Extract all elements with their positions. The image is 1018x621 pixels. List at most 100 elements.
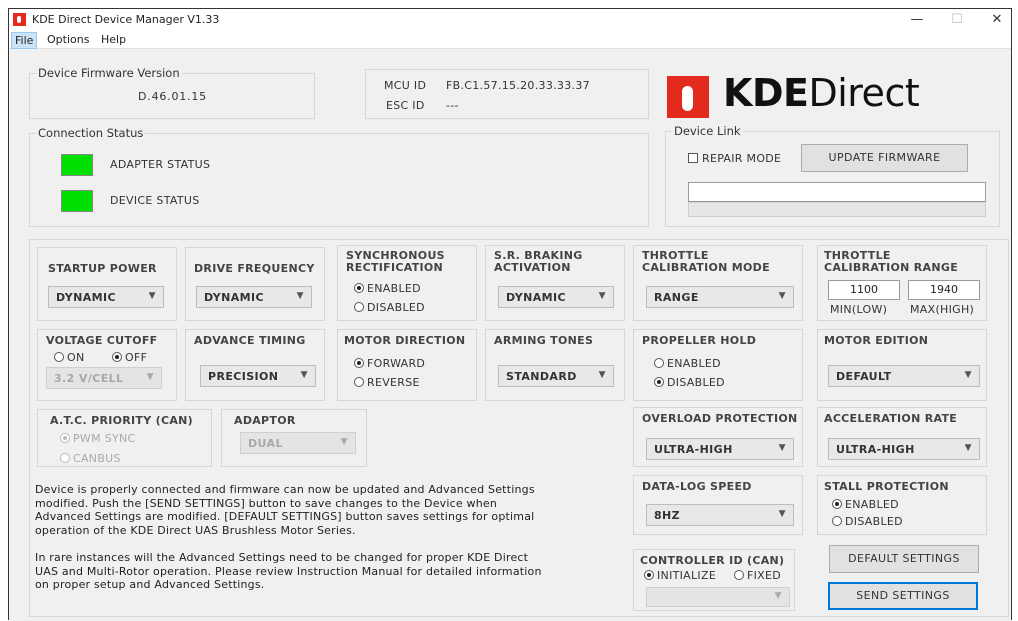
default-settings-button[interactable]: DEFAULT SETTINGS: [829, 545, 979, 573]
chevron-down-icon: ▼: [964, 370, 972, 380]
device-link-title: Device Link: [672, 124, 743, 138]
atc-canbus-label: CANBUS: [73, 452, 121, 465]
motor-direction-forward-radio[interactable]: FORWARD: [354, 357, 425, 370]
propeller-hold-disabled-radio[interactable]: DISABLED: [654, 376, 725, 389]
atc-priority-label: A.T.C. PRIORITY (CAN): [50, 414, 193, 427]
chevron-down-icon: ▼: [778, 509, 786, 519]
advance-timing-select[interactable]: PRECISION ▼: [200, 365, 316, 387]
chevron-down-icon: ▼: [340, 437, 348, 447]
sync-rect-enabled-label: ENABLED: [367, 282, 421, 295]
sr-braking-value: DYNAMIC: [506, 291, 566, 304]
stall-protection-group: STALL PROTECTION ENABLED DISABLED: [817, 475, 987, 535]
chevron-down-icon: ▼: [964, 443, 972, 453]
arming-tones-group: ARMING TONES STANDARD ▼: [485, 329, 625, 401]
voltage-cutoff-on-radio[interactable]: ON: [54, 351, 85, 364]
radio-icon: [60, 453, 70, 463]
sr-braking-label-2: ACTIVATION: [494, 261, 571, 274]
throttle-cal-range-group: THROTTLE CALIBRATION RANGE 1100 1940 MIN…: [817, 245, 987, 321]
send-settings-button[interactable]: SEND SETTINGS: [828, 582, 978, 610]
ids-panel: MCU ID FB.C1.57.15.20.33.33.37 ESC ID --…: [365, 69, 649, 119]
connection-status-title: Connection Status: [36, 126, 146, 140]
menu-options[interactable]: Options: [47, 33, 89, 46]
logo-text: KDEDirect: [723, 71, 920, 115]
main-panel: Device Firmware Version D.46.01.15 MCU I…: [9, 49, 1011, 621]
voltage-cutoff-select[interactable]: 3.2 V/CELL ▼: [46, 367, 162, 389]
throttle-cal-mode-select[interactable]: RANGE ▼: [646, 286, 794, 308]
minimize-button[interactable]: —: [902, 11, 932, 29]
motor-direction-reverse-label: REVERSE: [367, 376, 420, 389]
adaptor-value: DUAL: [248, 437, 283, 450]
menu-bar: File Options Help: [9, 31, 1011, 49]
connection-status-group: Connection Status ADAPTER STATUS DEVICE …: [29, 126, 649, 227]
info-line: on proper setup and Advanced Settings.: [35, 578, 265, 591]
datalog-speed-group: DATA-LOG SPEED 8HZ ▼: [633, 475, 803, 535]
maximize-button[interactable]: ☐: [942, 11, 972, 29]
datalog-speed-select[interactable]: 8HZ ▼: [646, 504, 794, 526]
sr-braking-select[interactable]: DYNAMIC ▼: [498, 286, 614, 308]
startup-power-value: DYNAMIC: [56, 291, 116, 304]
radio-icon: [654, 358, 664, 368]
voltage-cutoff-off-radio[interactable]: OFF: [112, 351, 147, 364]
radio-icon: [354, 377, 364, 387]
menu-help[interactable]: Help: [101, 33, 126, 46]
close-button[interactable]: ✕: [982, 11, 1012, 29]
radio-selected-icon: [60, 433, 70, 443]
stall-protection-label: STALL PROTECTION: [824, 480, 949, 493]
overload-protection-value: ULTRA-HIGH: [654, 443, 733, 456]
sync-rect-disabled-radio[interactable]: DISABLED: [354, 301, 425, 314]
startup-power-select[interactable]: DYNAMIC ▼: [48, 286, 164, 308]
repair-mode-checkbox[interactable]: REPAIR MODE: [688, 152, 781, 165]
radio-selected-icon: [832, 499, 842, 509]
throttle-min-input[interactable]: 1100: [828, 280, 900, 300]
motor-direction-forward-label: FORWARD: [367, 357, 426, 370]
arming-tones-label: ARMING TONES: [494, 334, 594, 347]
sync-rect-enabled-radio[interactable]: ENABLED: [354, 282, 421, 295]
esc-id-label: ESC ID: [386, 99, 425, 112]
controller-id-label: CONTROLLER ID (CAN): [640, 554, 785, 567]
firmware-path-field[interactable]: [688, 182, 986, 202]
motor-direction-reverse-radio[interactable]: REVERSE: [354, 376, 420, 389]
chevron-down-icon: ▼: [778, 291, 786, 301]
update-firmware-button[interactable]: UPDATE FIRMWARE: [801, 144, 968, 172]
device-link-group: Device Link REPAIR MODE UPDATE FIRMWARE: [665, 124, 1000, 227]
motor-edition-select[interactable]: DEFAULT ▼: [828, 365, 980, 387]
overload-protection-select[interactable]: ULTRA-HIGH ▼: [646, 438, 794, 460]
chevron-down-icon: ▼: [300, 370, 308, 380]
firmware-progress-bar: [688, 202, 986, 217]
controller-id-fixed-radio[interactable]: FIXED: [734, 569, 781, 582]
adaptor-label: ADAPTOR: [234, 414, 296, 427]
advance-timing-group: ADVANCE TIMING PRECISION ▼: [185, 329, 325, 401]
advance-timing-label: ADVANCE TIMING: [194, 334, 306, 347]
firmware-group: Device Firmware Version D.46.01.15: [29, 66, 315, 119]
voltage-cutoff-value: 3.2 V/CELL: [54, 372, 124, 385]
menu-file[interactable]: File: [11, 32, 38, 49]
chevron-down-icon: ▼: [148, 291, 156, 301]
controller-id-select[interactable]: ▼: [646, 587, 790, 607]
stall-protection-enabled-radio[interactable]: ENABLED: [832, 498, 899, 511]
info-line: Advanced Settings are modified. [DEFAULT…: [35, 510, 535, 523]
drive-frequency-select[interactable]: DYNAMIC ▼: [196, 286, 312, 308]
adapter-status-label: ADAPTER STATUS: [110, 158, 211, 171]
throttle-max-input[interactable]: 1940: [908, 280, 980, 300]
radio-selected-icon: [644, 570, 654, 580]
controller-id-initialize-radio[interactable]: INITIALIZE: [644, 569, 716, 582]
stall-protection-enabled-label: ENABLED: [845, 498, 899, 511]
acceleration-rate-select[interactable]: ULTRA-HIGH ▼: [828, 438, 980, 460]
throttle-cal-range-label-2: CALIBRATION RANGE: [824, 261, 959, 274]
datalog-speed-label: DATA-LOG SPEED: [642, 480, 752, 493]
sr-braking-group: S.R. BRAKING ACTIVATION DYNAMIC ▼: [485, 245, 625, 321]
stall-protection-disabled-radio[interactable]: DISABLED: [832, 515, 903, 528]
throttle-max-label: MAX(HIGH): [910, 303, 975, 316]
atc-canbus-radio[interactable]: CANBUS: [60, 452, 121, 465]
propeller-hold-enabled-radio[interactable]: ENABLED: [654, 357, 721, 370]
throttle-cal-mode-group: THROTTLE CALIBRATION MODE RANGE ▼: [633, 245, 803, 321]
atc-pwm-sync-radio[interactable]: PWM SYNC: [60, 432, 136, 445]
device-status-led: [61, 190, 93, 212]
adaptor-select[interactable]: DUAL ▼: [240, 432, 356, 454]
checkbox-icon: [688, 153, 698, 163]
motor-direction-group: MOTOR DIRECTION FORWARD REVERSE: [337, 329, 477, 401]
arming-tones-select[interactable]: STANDARD ▼: [498, 365, 614, 387]
chevron-down-icon: ▼: [598, 291, 606, 301]
firmware-title: Device Firmware Version: [36, 66, 182, 80]
app-icon: [13, 13, 26, 26]
